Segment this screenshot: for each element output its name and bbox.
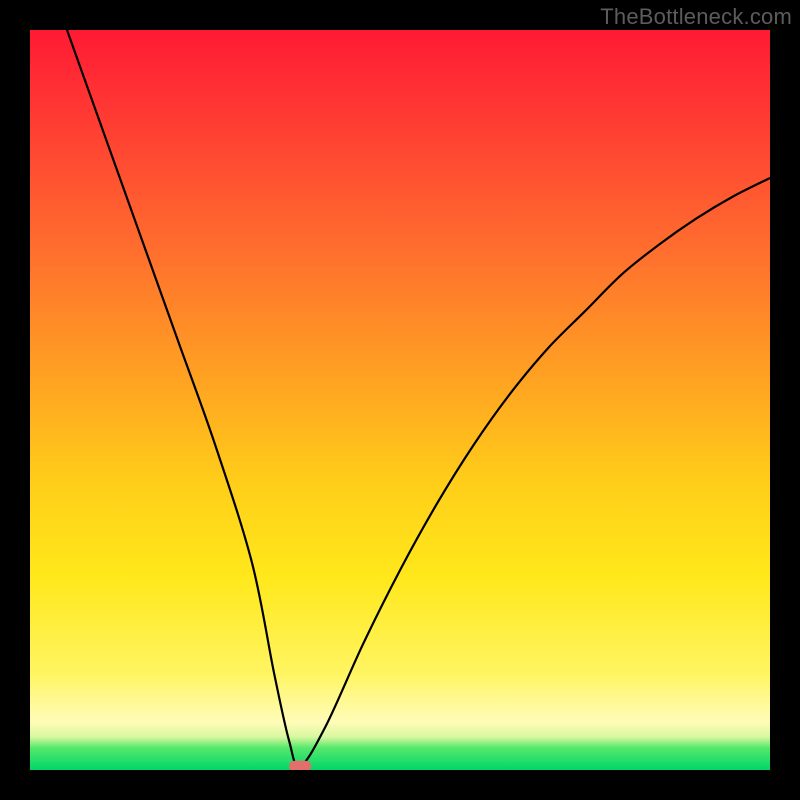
optimal-point-marker — [289, 761, 311, 770]
bottleneck-curve-path — [67, 30, 770, 767]
plot-area — [30, 30, 770, 770]
watermark-text: TheBottleneck.com — [600, 4, 792, 30]
chart-frame: TheBottleneck.com — [0, 0, 800, 800]
bottleneck-curve — [30, 30, 770, 770]
